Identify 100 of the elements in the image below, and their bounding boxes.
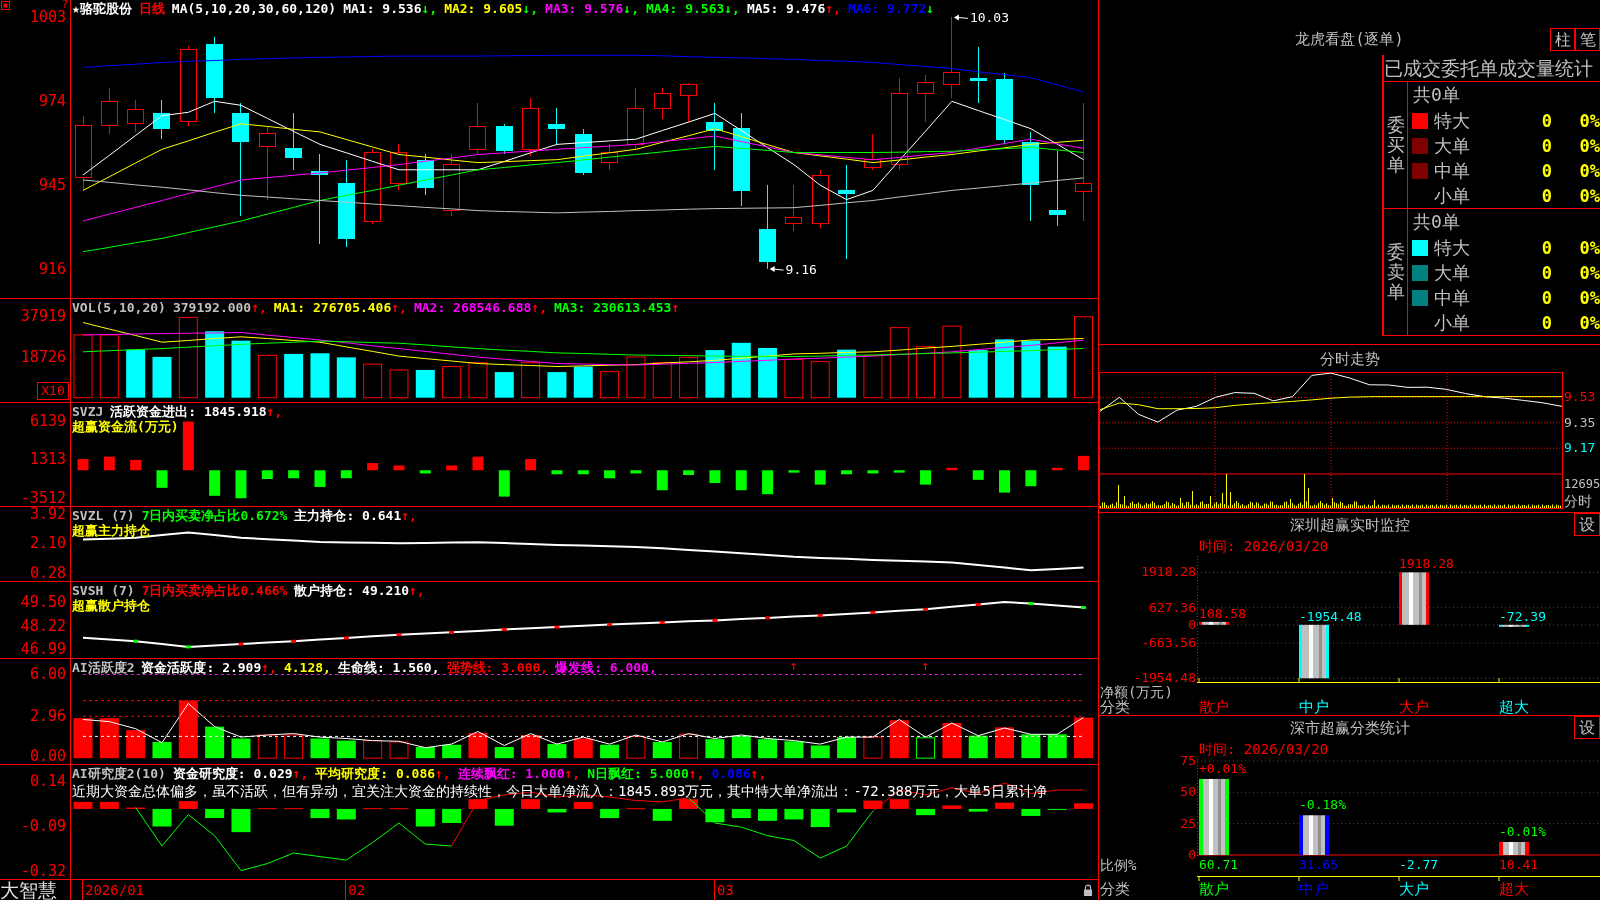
lock-icon[interactable] xyxy=(1083,884,1093,896)
bar-value-label: -72.39 xyxy=(1499,608,1546,624)
point-marker-icon xyxy=(1081,606,1087,610)
order-count: 0 xyxy=(1540,109,1553,132)
date-label: 02 xyxy=(345,880,366,900)
indicator-value: SVZJ xyxy=(72,404,104,419)
order-count: 0 xyxy=(1540,236,1553,259)
axis-label: 0.00 xyxy=(29,749,66,764)
rising-candle xyxy=(390,143,408,191)
indicator-value: 379192.000 xyxy=(172,300,252,315)
axis-label: 1313 xyxy=(29,452,66,468)
change-label: +0.01% xyxy=(1199,761,1246,776)
pointer-arrow-icon xyxy=(953,14,969,21)
point-marker-icon xyxy=(396,633,402,637)
indicator-value: 活跃资金进出: 1845.918 xyxy=(110,404,267,419)
change-label: -0.01% xyxy=(1499,824,1546,839)
trend-arrow: ↑, xyxy=(750,766,767,781)
indicator-value: MA2: 268546.688 xyxy=(413,300,532,315)
order-size-label: 小单 xyxy=(1434,311,1471,334)
date-label: 2026/01 xyxy=(82,880,144,900)
point-marker-icon xyxy=(343,636,349,640)
bar-value-label: 108.58 xyxy=(1199,605,1246,621)
date-label: 时间: 2026/03/20 xyxy=(1199,538,1329,554)
axis-title: 分类 xyxy=(1099,881,1131,898)
axis-label: 6139 xyxy=(29,413,66,429)
order-count: 0 xyxy=(1540,184,1553,207)
ratio-value: 10.41 xyxy=(1498,857,1539,873)
indicator-value: 连续飘红: 1.000 xyxy=(457,766,565,781)
category-label: 超大 xyxy=(1498,881,1529,898)
point-marker-icon xyxy=(185,645,191,649)
indicator-title: 超赢散户持仓 xyxy=(72,598,150,613)
trend-arrow: ↑, xyxy=(531,300,547,315)
rising-candle xyxy=(917,74,935,123)
rising-candle xyxy=(522,97,540,157)
axis-label: 3.92 xyxy=(29,507,66,522)
trend-arrow: ↑, xyxy=(435,766,451,781)
indicator-value: VOL(5,10,20) xyxy=(72,300,166,315)
falling-candle xyxy=(285,112,303,171)
category-label: 大户 xyxy=(1398,699,1429,716)
axis-title: 分类 xyxy=(1099,699,1130,716)
point-marker-icon xyxy=(449,630,455,634)
order-share: 0% xyxy=(1578,311,1600,334)
date-label: 时间: 2026/03/20 xyxy=(1199,741,1329,757)
axis-label: -3512 xyxy=(20,490,66,506)
point-marker-icon xyxy=(975,603,981,607)
rising-candle xyxy=(100,87,118,135)
rising-candle xyxy=(627,87,645,150)
category-label: 散户 xyxy=(1198,881,1229,898)
group-label: 委买单 xyxy=(1386,115,1405,175)
indicator-value: 散户持仓: 49.210 xyxy=(294,583,410,598)
indicator-value: 资金研究度: 0.029 xyxy=(172,766,293,781)
axis-label: 974 xyxy=(38,93,66,109)
indicator-value: MA1: 9.536 xyxy=(343,1,422,16)
order-count: 0 xyxy=(1540,311,1553,334)
indicator-value: 4.128, xyxy=(283,660,331,675)
ratio-value: -2.77 xyxy=(1398,857,1439,873)
price-axis-label: 9.35 xyxy=(1564,414,1596,431)
trend-arrow: ↑, xyxy=(409,583,425,598)
axis-label: 0.28 xyxy=(29,565,66,581)
order-count: 0 xyxy=(1540,159,1553,182)
point-marker-icon xyxy=(817,613,823,617)
trend-arrow: ↑, xyxy=(266,404,283,419)
indicator-value: 日线 xyxy=(138,1,165,16)
indicator-value: 资金活跃度: 2.909 xyxy=(141,660,262,675)
point-marker-icon xyxy=(554,625,560,629)
order-share: 0% xyxy=(1578,261,1600,284)
bar-value-label: -1954.48 xyxy=(1299,608,1362,624)
change-label: -0.18% xyxy=(1299,798,1346,813)
axis-label: -0.09 xyxy=(20,819,66,834)
indicator-value: N日飘红: 5.000 xyxy=(587,766,689,781)
axis-label: 49.50 xyxy=(20,594,66,610)
falling-candle xyxy=(153,99,171,140)
square-marker-icon[interactable] xyxy=(1,1,10,10)
order-total: 共0单 xyxy=(1413,211,1460,232)
axis-label: 0.14 xyxy=(29,774,66,790)
order-share: 0% xyxy=(1578,134,1600,157)
falling-candle xyxy=(416,154,434,196)
brand-label: 大智慧 xyxy=(0,880,71,900)
indicator-value: AI活跃度2 xyxy=(72,660,135,675)
indicator-value: MA2: 9.605 xyxy=(444,1,523,16)
view-mode-button[interactable]: 柱 xyxy=(1550,28,1575,51)
rising-candle xyxy=(443,154,461,217)
axis-title: 净额(万元) xyxy=(1100,684,1173,700)
point-marker-icon xyxy=(291,639,297,643)
category-label: 中户 xyxy=(1298,699,1329,716)
axis-label: 916 xyxy=(38,261,66,277)
panel-title: 深圳超赢实时监控 xyxy=(1289,515,1410,534)
indicator-value: MA4: 9.563 xyxy=(646,1,725,16)
category-label: 超大 xyxy=(1498,699,1529,716)
point-marker-icon xyxy=(712,618,718,622)
price-extreme-label: 10.03 xyxy=(969,10,1010,26)
category-label: 散户 xyxy=(1198,699,1229,716)
settings-button[interactable]: 设 xyxy=(1574,716,1600,739)
date-label: 03 xyxy=(713,880,734,900)
order-count: 0 xyxy=(1540,134,1553,157)
settings-button[interactable]: 设 xyxy=(1574,513,1600,536)
axis-label: 2.96 xyxy=(29,709,66,725)
view-mode-button[interactable]: 笔 xyxy=(1575,28,1600,51)
trend-arrow: ↑, xyxy=(688,766,705,781)
panel-title: 分时走势 xyxy=(1319,349,1380,368)
